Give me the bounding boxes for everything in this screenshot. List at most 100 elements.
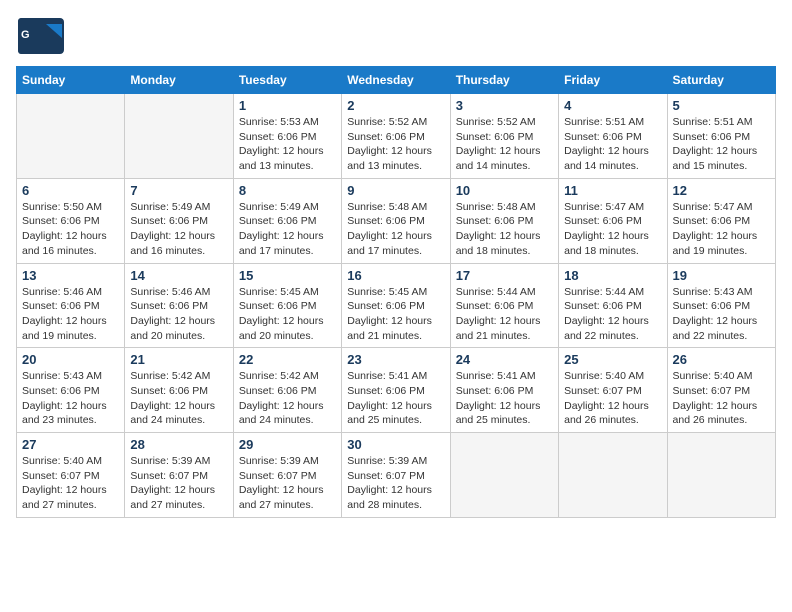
- day-info: Sunrise: 5:52 AM Sunset: 6:06 PM Dayligh…: [347, 115, 444, 174]
- day-number: 7: [130, 183, 227, 198]
- day-info: Sunrise: 5:39 AM Sunset: 6:07 PM Dayligh…: [130, 454, 227, 513]
- day-info: Sunrise: 5:48 AM Sunset: 6:06 PM Dayligh…: [456, 200, 553, 259]
- day-number: 28: [130, 437, 227, 452]
- day-number: 13: [22, 268, 119, 283]
- day-info: Sunrise: 5:44 AM Sunset: 6:06 PM Dayligh…: [456, 285, 553, 344]
- calendar-day-cell: 22Sunrise: 5:42 AM Sunset: 6:06 PM Dayli…: [233, 348, 341, 433]
- logo-icon: G: [16, 16, 66, 56]
- day-info: Sunrise: 5:47 AM Sunset: 6:06 PM Dayligh…: [564, 200, 661, 259]
- calendar-table: SundayMondayTuesdayWednesdayThursdayFrid…: [16, 66, 776, 518]
- day-info: Sunrise: 5:45 AM Sunset: 6:06 PM Dayligh…: [239, 285, 336, 344]
- calendar-week-row: 1 Sunrise: 5:53 AM Sunset: 6:06 PM Daylig…: [17, 94, 776, 179]
- day-info: Sunrise: 5:46 AM Sunset: 6:06 PM Dayligh…: [130, 285, 227, 344]
- day-number: 2: [347, 98, 444, 113]
- calendar-week-row: 27 Sunrise: 5:40 AM Sunset: 6:07 PM Dayli…: [17, 433, 776, 518]
- days-of-week-row: SundayMondayTuesdayWednesdayThursdayFrid…: [17, 67, 776, 94]
- calendar-day-cell: 29 Sunrise: 5:39 AM Sunset: 6:07 PM Dayli…: [233, 433, 341, 518]
- calendar-day-cell: [667, 433, 775, 518]
- day-info: Sunrise: 5:40 AM Sunset: 6:07 PM Dayligh…: [564, 369, 661, 428]
- day-number: 26: [673, 352, 770, 367]
- day-number: 27: [22, 437, 119, 452]
- day-info: Sunrise: 5:45 AM Sunset: 6:06 PM Dayligh…: [347, 285, 444, 344]
- day-number: 5: [673, 98, 770, 113]
- calendar-day-cell: 21Sunrise: 5:42 AM Sunset: 6:06 PM Dayli…: [125, 348, 233, 433]
- day-of-week-header: Friday: [559, 67, 667, 94]
- day-number: 23: [347, 352, 444, 367]
- day-info: Sunrise: 5:52 AM Sunset: 6:06 PM Dayligh…: [456, 115, 553, 174]
- calendar-day-cell: [450, 433, 558, 518]
- day-of-week-header: Sunday: [17, 67, 125, 94]
- day-number: 4: [564, 98, 661, 113]
- calendar-day-cell: 26 Sunrise: 5:40 AM Sunset: 6:07 PM Dayli…: [667, 348, 775, 433]
- calendar-day-cell: [17, 94, 125, 179]
- day-info: Sunrise: 5:41 AM Sunset: 6:06 PM Dayligh…: [347, 369, 444, 428]
- calendar-header: SundayMondayTuesdayWednesdayThursdayFrid…: [17, 67, 776, 94]
- day-info: Sunrise: 5:47 AM Sunset: 6:06 PM Dayligh…: [673, 200, 770, 259]
- day-of-week-header: Wednesday: [342, 67, 450, 94]
- day-info: Sunrise: 5:44 AM Sunset: 6:06 PM Dayligh…: [564, 285, 661, 344]
- day-of-week-header: Thursday: [450, 67, 558, 94]
- day-number: 15: [239, 268, 336, 283]
- calendar-day-cell: 6 Sunrise: 5:50 AM Sunset: 6:06 PM Daylig…: [17, 178, 125, 263]
- calendar-day-cell: 28 Sunrise: 5:39 AM Sunset: 6:07 PM Dayli…: [125, 433, 233, 518]
- day-number: 10: [456, 183, 553, 198]
- day-of-week-header: Saturday: [667, 67, 775, 94]
- calendar-body: 1 Sunrise: 5:53 AM Sunset: 6:06 PM Daylig…: [17, 94, 776, 518]
- day-number: 3: [456, 98, 553, 113]
- day-number: 8: [239, 183, 336, 198]
- calendar-day-cell: 19Sunrise: 5:43 AM Sunset: 6:06 PM Dayli…: [667, 263, 775, 348]
- day-info: Sunrise: 5:49 AM Sunset: 6:06 PM Dayligh…: [239, 200, 336, 259]
- day-info: Sunrise: 5:43 AM Sunset: 6:06 PM Dayligh…: [22, 369, 119, 428]
- day-number: 29: [239, 437, 336, 452]
- calendar-day-cell: 17Sunrise: 5:44 AM Sunset: 6:06 PM Dayli…: [450, 263, 558, 348]
- calendar-day-cell: 25 Sunrise: 5:40 AM Sunset: 6:07 PM Dayli…: [559, 348, 667, 433]
- calendar-day-cell: 4 Sunrise: 5:51 AM Sunset: 6:06 PM Daylig…: [559, 94, 667, 179]
- day-number: 24: [456, 352, 553, 367]
- day-number: 9: [347, 183, 444, 198]
- day-number: 14: [130, 268, 227, 283]
- day-info: Sunrise: 5:39 AM Sunset: 6:07 PM Dayligh…: [347, 454, 444, 513]
- day-number: 20: [22, 352, 119, 367]
- calendar-day-cell: 15 Sunrise: 5:45 AM Sunset: 6:06 PM Dayli…: [233, 263, 341, 348]
- day-info: Sunrise: 5:40 AM Sunset: 6:07 PM Dayligh…: [22, 454, 119, 513]
- day-info: Sunrise: 5:42 AM Sunset: 6:06 PM Dayligh…: [239, 369, 336, 428]
- day-info: Sunrise: 5:46 AM Sunset: 6:06 PM Dayligh…: [22, 285, 119, 344]
- calendar-week-row: 20 Sunrise: 5:43 AM Sunset: 6:06 PM Dayli…: [17, 348, 776, 433]
- calendar-week-row: 13 Sunrise: 5:46 AM Sunset: 6:06 PM Dayli…: [17, 263, 776, 348]
- calendar-day-cell: 27 Sunrise: 5:40 AM Sunset: 6:07 PM Dayli…: [17, 433, 125, 518]
- calendar-day-cell: 8 Sunrise: 5:49 AM Sunset: 6:06 PM Daylig…: [233, 178, 341, 263]
- calendar-day-cell: 10 Sunrise: 5:48 AM Sunset: 6:06 PM Dayli…: [450, 178, 558, 263]
- day-info: Sunrise: 5:40 AM Sunset: 6:07 PM Dayligh…: [673, 369, 770, 428]
- calendar-week-row: 6 Sunrise: 5:50 AM Sunset: 6:06 PM Daylig…: [17, 178, 776, 263]
- day-number: 18: [564, 268, 661, 283]
- day-number: 16: [347, 268, 444, 283]
- svg-text:G: G: [21, 29, 30, 41]
- calendar-day-cell: [125, 94, 233, 179]
- day-info: Sunrise: 5:48 AM Sunset: 6:06 PM Dayligh…: [347, 200, 444, 259]
- calendar-day-cell: 12 Sunrise: 5:47 AM Sunset: 6:06 PM Dayli…: [667, 178, 775, 263]
- day-number: 21: [130, 352, 227, 367]
- calendar-day-cell: 9 Sunrise: 5:48 AM Sunset: 6:06 PM Daylig…: [342, 178, 450, 263]
- calendar-day-cell: 20 Sunrise: 5:43 AM Sunset: 6:06 PM Dayli…: [17, 348, 125, 433]
- day-info: Sunrise: 5:53 AM Sunset: 6:06 PM Dayligh…: [239, 115, 336, 174]
- day-number: 11: [564, 183, 661, 198]
- day-info: Sunrise: 5:50 AM Sunset: 6:06 PM Dayligh…: [22, 200, 119, 259]
- day-number: 12: [673, 183, 770, 198]
- calendar-day-cell: 5 Sunrise: 5:51 AM Sunset: 6:06 PM Daylig…: [667, 94, 775, 179]
- day-number: 30: [347, 437, 444, 452]
- day-info: Sunrise: 5:41 AM Sunset: 6:06 PM Dayligh…: [456, 369, 553, 428]
- calendar-day-cell: 30 Sunrise: 5:39 AM Sunset: 6:07 PM Dayli…: [342, 433, 450, 518]
- calendar-day-cell: 3 Sunrise: 5:52 AM Sunset: 6:06 PM Daylig…: [450, 94, 558, 179]
- day-info: Sunrise: 5:39 AM Sunset: 6:07 PM Dayligh…: [239, 454, 336, 513]
- day-number: 1: [239, 98, 336, 113]
- calendar-day-cell: 18 Sunrise: 5:44 AM Sunset: 6:06 PM Dayli…: [559, 263, 667, 348]
- day-info: Sunrise: 5:49 AM Sunset: 6:06 PM Dayligh…: [130, 200, 227, 259]
- calendar-day-cell: 1 Sunrise: 5:53 AM Sunset: 6:06 PM Daylig…: [233, 94, 341, 179]
- day-info: Sunrise: 5:51 AM Sunset: 6:06 PM Dayligh…: [564, 115, 661, 174]
- day-of-week-header: Monday: [125, 67, 233, 94]
- calendar-day-cell: 7 Sunrise: 5:49 AM Sunset: 6:06 PM Daylig…: [125, 178, 233, 263]
- day-number: 25: [564, 352, 661, 367]
- day-info: Sunrise: 5:51 AM Sunset: 6:06 PM Dayligh…: [673, 115, 770, 174]
- calendar-day-cell: 13 Sunrise: 5:46 AM Sunset: 6:06 PM Dayli…: [17, 263, 125, 348]
- day-number: 6: [22, 183, 119, 198]
